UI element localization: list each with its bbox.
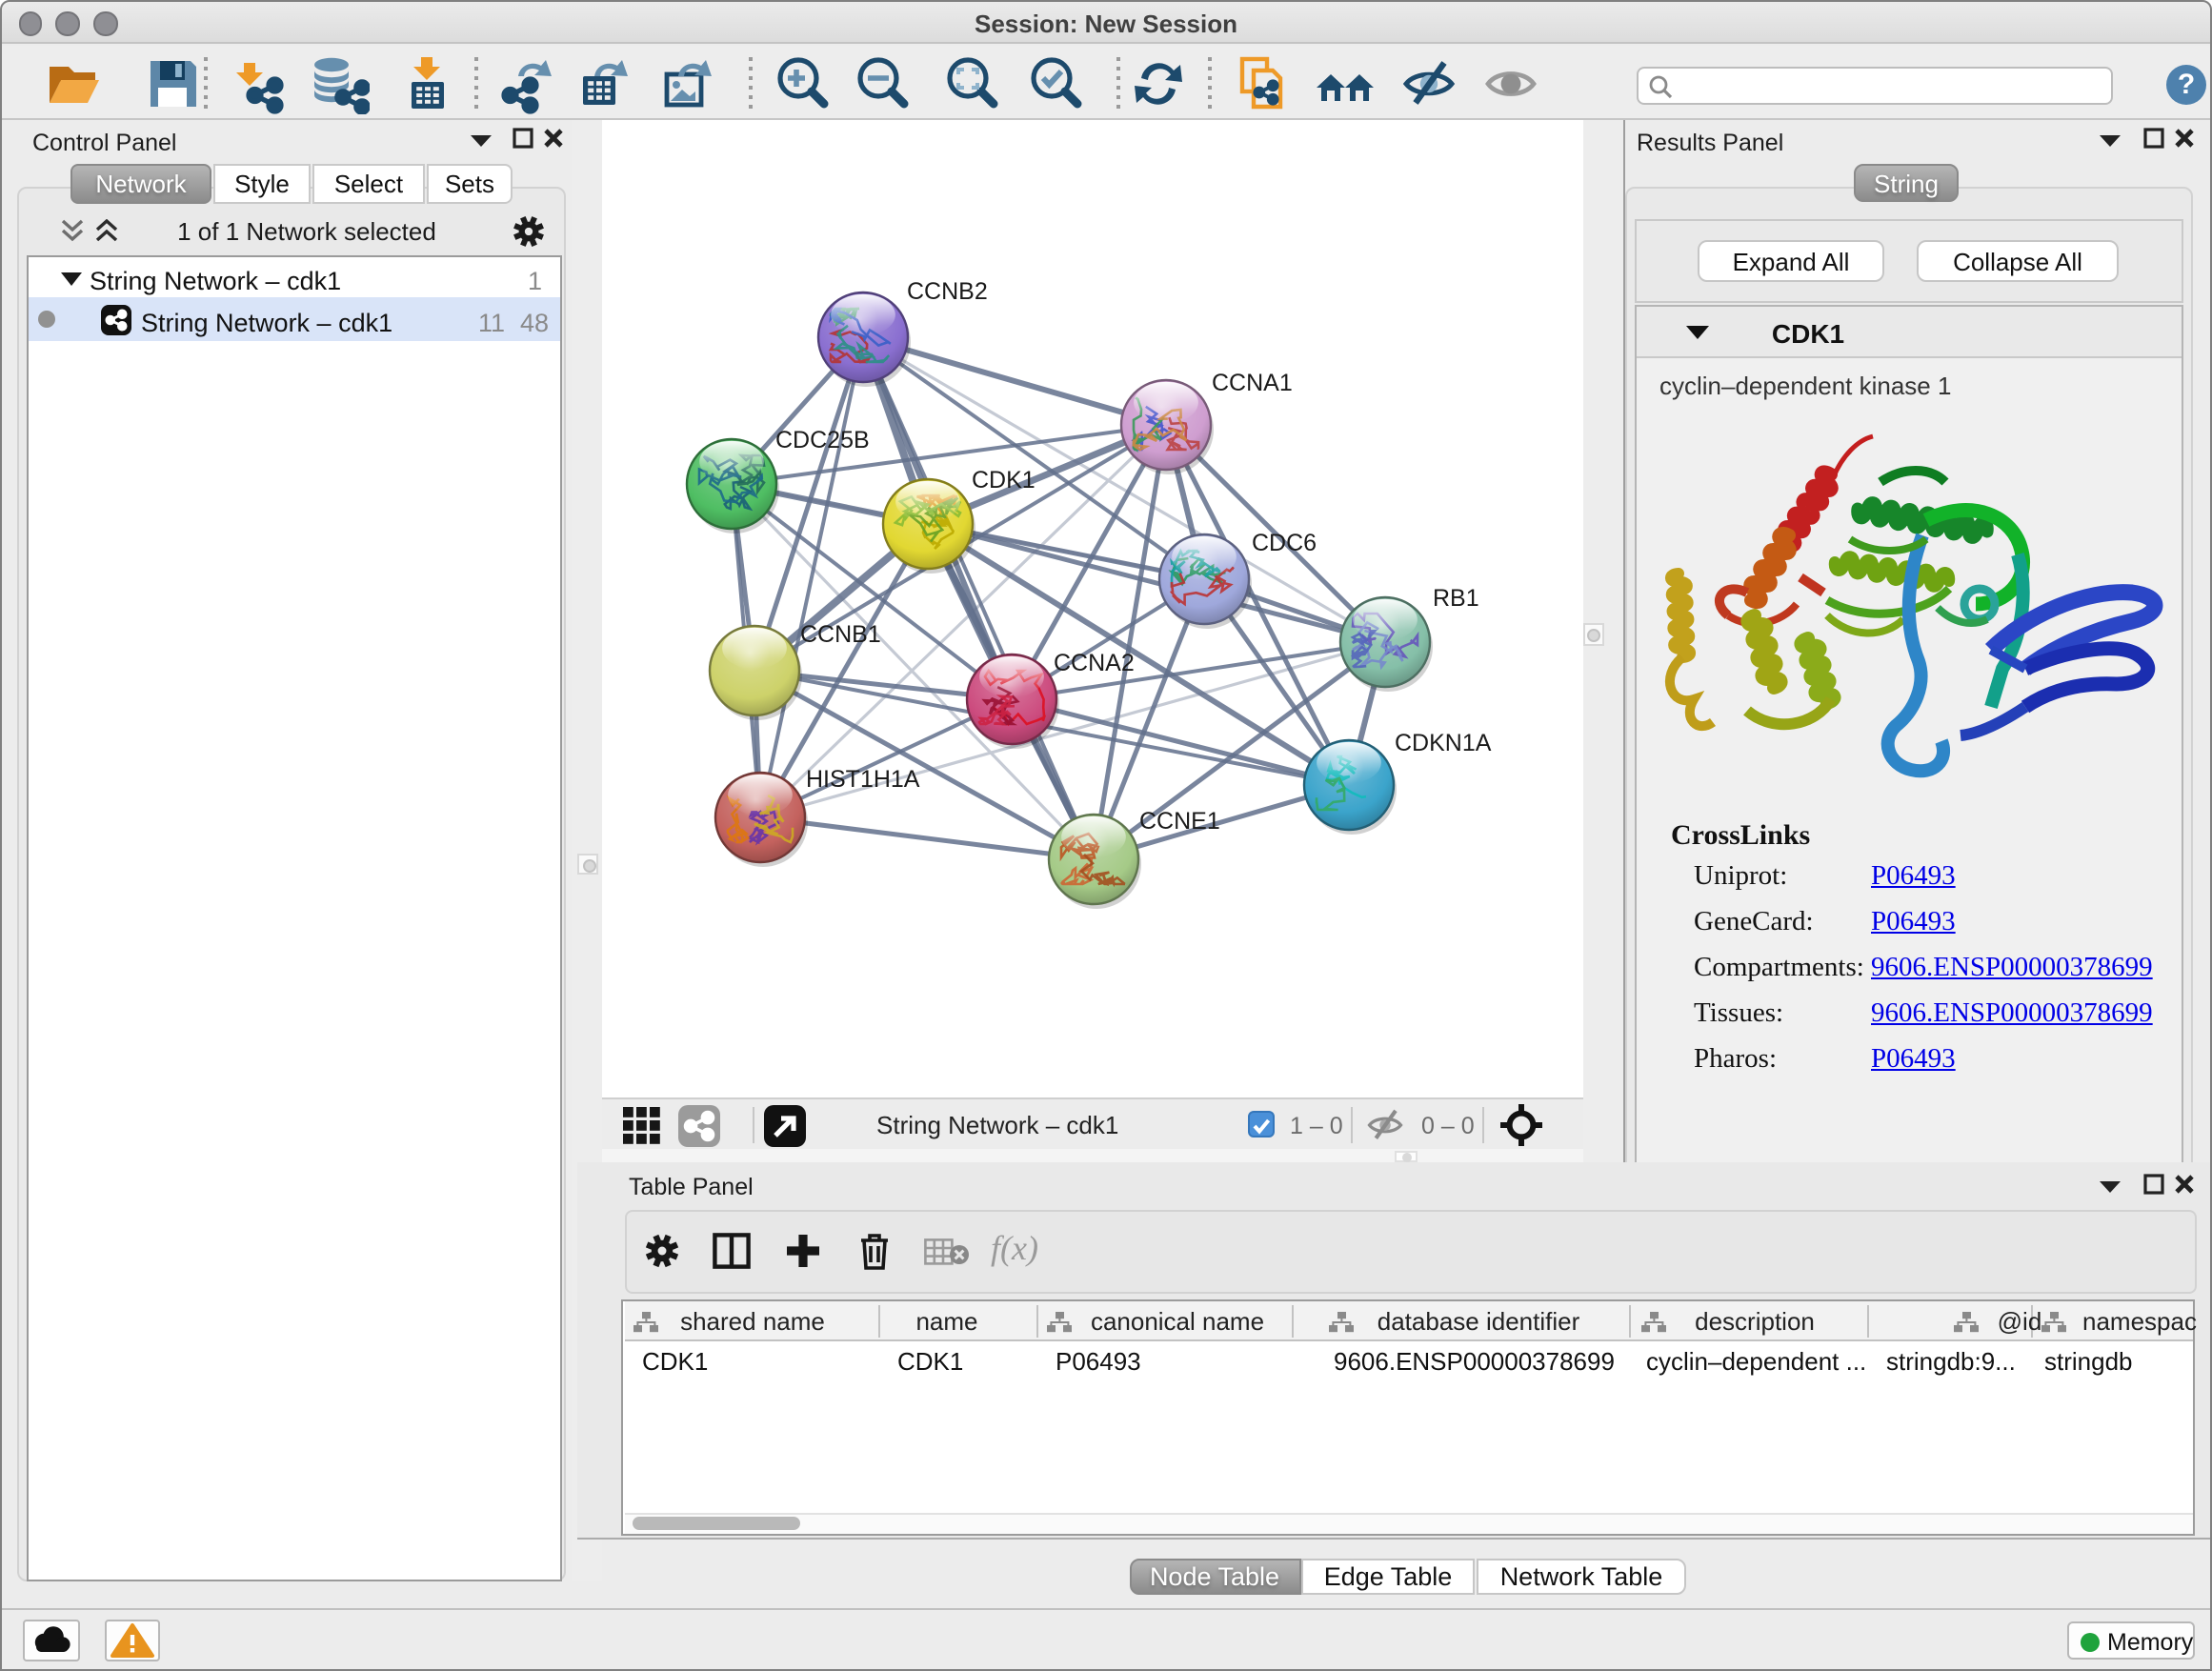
svg-text:CCNE1: CCNE1 bbox=[1139, 808, 1220, 835]
svg-text:CDC25B: CDC25B bbox=[775, 427, 870, 453]
svg-text:CDKN1A: CDKN1A bbox=[1395, 730, 1492, 756]
svg-text:CCNA2: CCNA2 bbox=[1054, 650, 1135, 676]
svg-text:HIST1H1A: HIST1H1A bbox=[806, 766, 920, 793]
svg-text:RB1: RB1 bbox=[1433, 585, 1479, 612]
svg-text:CDC6: CDC6 bbox=[1252, 530, 1317, 556]
svg-text:CDK1: CDK1 bbox=[972, 467, 1036, 493]
svg-text:CCNB1: CCNB1 bbox=[800, 621, 881, 648]
svg-text:CCNB2: CCNB2 bbox=[907, 278, 988, 305]
svg-text:CCNA1: CCNA1 bbox=[1212, 370, 1293, 396]
